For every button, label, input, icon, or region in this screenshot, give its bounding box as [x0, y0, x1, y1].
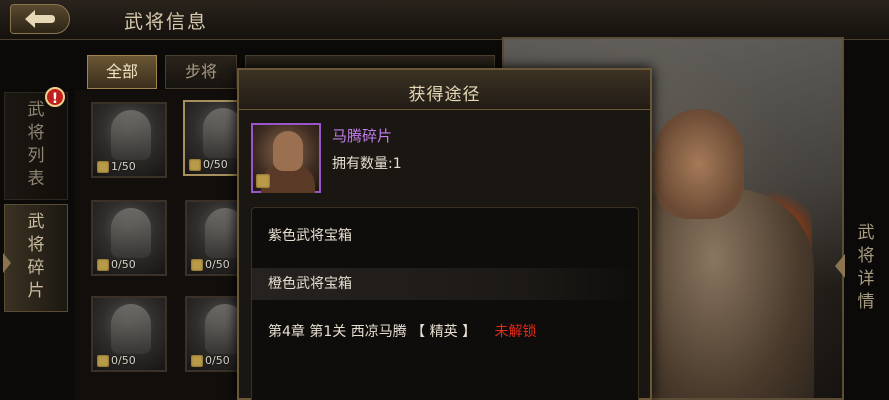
item-name: 马腾碎片 — [332, 127, 393, 145]
tab-char: 详 — [857, 269, 875, 289]
alert-badge: ! — [45, 87, 65, 107]
filter-infantry[interactable]: 步将 — [165, 55, 237, 89]
fragment-count-text: 0/50 — [205, 258, 230, 271]
fragment-count-text: 0/50 — [205, 354, 230, 367]
item-owned-count: 拥有数量:1 — [332, 156, 402, 172]
fragment-count: 1/50 — [97, 160, 136, 173]
tab-char: 将 — [857, 246, 875, 266]
fragment-count-text: 0/50 — [203, 158, 228, 171]
fragment-count-text: 1/50 — [111, 160, 136, 173]
back-button[interactable] — [10, 4, 70, 34]
tab-char: 列 — [27, 146, 45, 166]
fragment-count: 0/50 — [191, 354, 230, 367]
fragment-count-text: 0/50 — [111, 258, 136, 271]
puzzle-icon — [256, 174, 270, 188]
filter-all[interactable]: 全部 — [87, 55, 157, 89]
modal-title: 获得途径 — [408, 85, 481, 105]
tab-hero-details[interactable]: 武 将 详 情 — [846, 222, 886, 314]
item-portrait-face — [273, 131, 303, 171]
puzzle-icon — [191, 354, 203, 367]
artwork-hero-face — [654, 109, 744, 219]
tab-hero-list[interactable]: 武 将 列 表 ! — [4, 87, 68, 200]
puzzle-icon — [97, 160, 109, 173]
acquisition-modal: 获得途径 马腾碎片 拥有数量:1 紫色武将宝箱 橙色武将宝箱 第4章 第1关 西… — [237, 68, 652, 400]
tab-char: 武 — [857, 223, 875, 243]
locked-status: 未解锁 — [494, 324, 537, 340]
active-tab-arrow-icon — [3, 253, 11, 273]
tab-char: 武 — [27, 212, 45, 232]
chevron-left-icon[interactable] — [835, 254, 845, 278]
hero-portrait — [111, 110, 151, 160]
fragment-count: 0/50 — [189, 158, 228, 171]
puzzle-icon — [189, 158, 201, 171]
fragment-count-text: 0/50 — [111, 354, 136, 367]
puzzle-icon — [97, 258, 109, 271]
page-title: 武将信息 — [124, 11, 209, 33]
fragment-count: 0/50 — [191, 258, 230, 271]
fragment-cell[interactable]: 0/50 — [91, 200, 167, 276]
tab-char: 将 — [27, 123, 45, 143]
hero-portrait — [111, 208, 151, 258]
source-list: 紫色武将宝箱 橙色武将宝箱 第4章 第1关 西凉马腾 【 精英 】 未解锁 — [251, 207, 639, 400]
tab-hero-fragments[interactable]: 武 将 碎 片 — [3, 204, 68, 312]
tab-char: 碎 — [27, 258, 45, 278]
top-bar: 武将信息 — [0, 0, 889, 40]
source-text: 第4章 第1关 西凉马腾 【 精英 】 — [268, 324, 477, 340]
source-text: 橙色武将宝箱 — [268, 276, 352, 292]
tab-char: 表 — [27, 169, 45, 189]
fragment-count: 0/50 — [97, 258, 136, 271]
tab-char: 将 — [27, 235, 45, 255]
tab-char: 片 — [27, 281, 45, 301]
puzzle-icon — [191, 258, 203, 271]
puzzle-icon — [97, 354, 109, 367]
tab-char: 情 — [857, 292, 875, 312]
tab-char: 武 — [27, 100, 45, 120]
fragment-item-icon — [251, 123, 321, 193]
source-row[interactable]: 橙色武将宝箱 — [252, 268, 638, 300]
fragment-cell[interactable]: 0/50 — [91, 296, 167, 372]
fragment-count: 0/50 — [97, 354, 136, 367]
hero-portrait — [111, 304, 151, 354]
source-text: 紫色武将宝箱 — [268, 228, 352, 244]
fragment-cell[interactable]: 1/50 — [91, 102, 167, 178]
source-row[interactable]: 第4章 第1关 西凉马腾 【 精英 】 未解锁 — [252, 316, 638, 348]
source-row[interactable]: 紫色武将宝箱 — [252, 220, 638, 252]
back-arrow-icon — [25, 10, 55, 28]
modal-header: 获得途径 — [239, 70, 650, 110]
